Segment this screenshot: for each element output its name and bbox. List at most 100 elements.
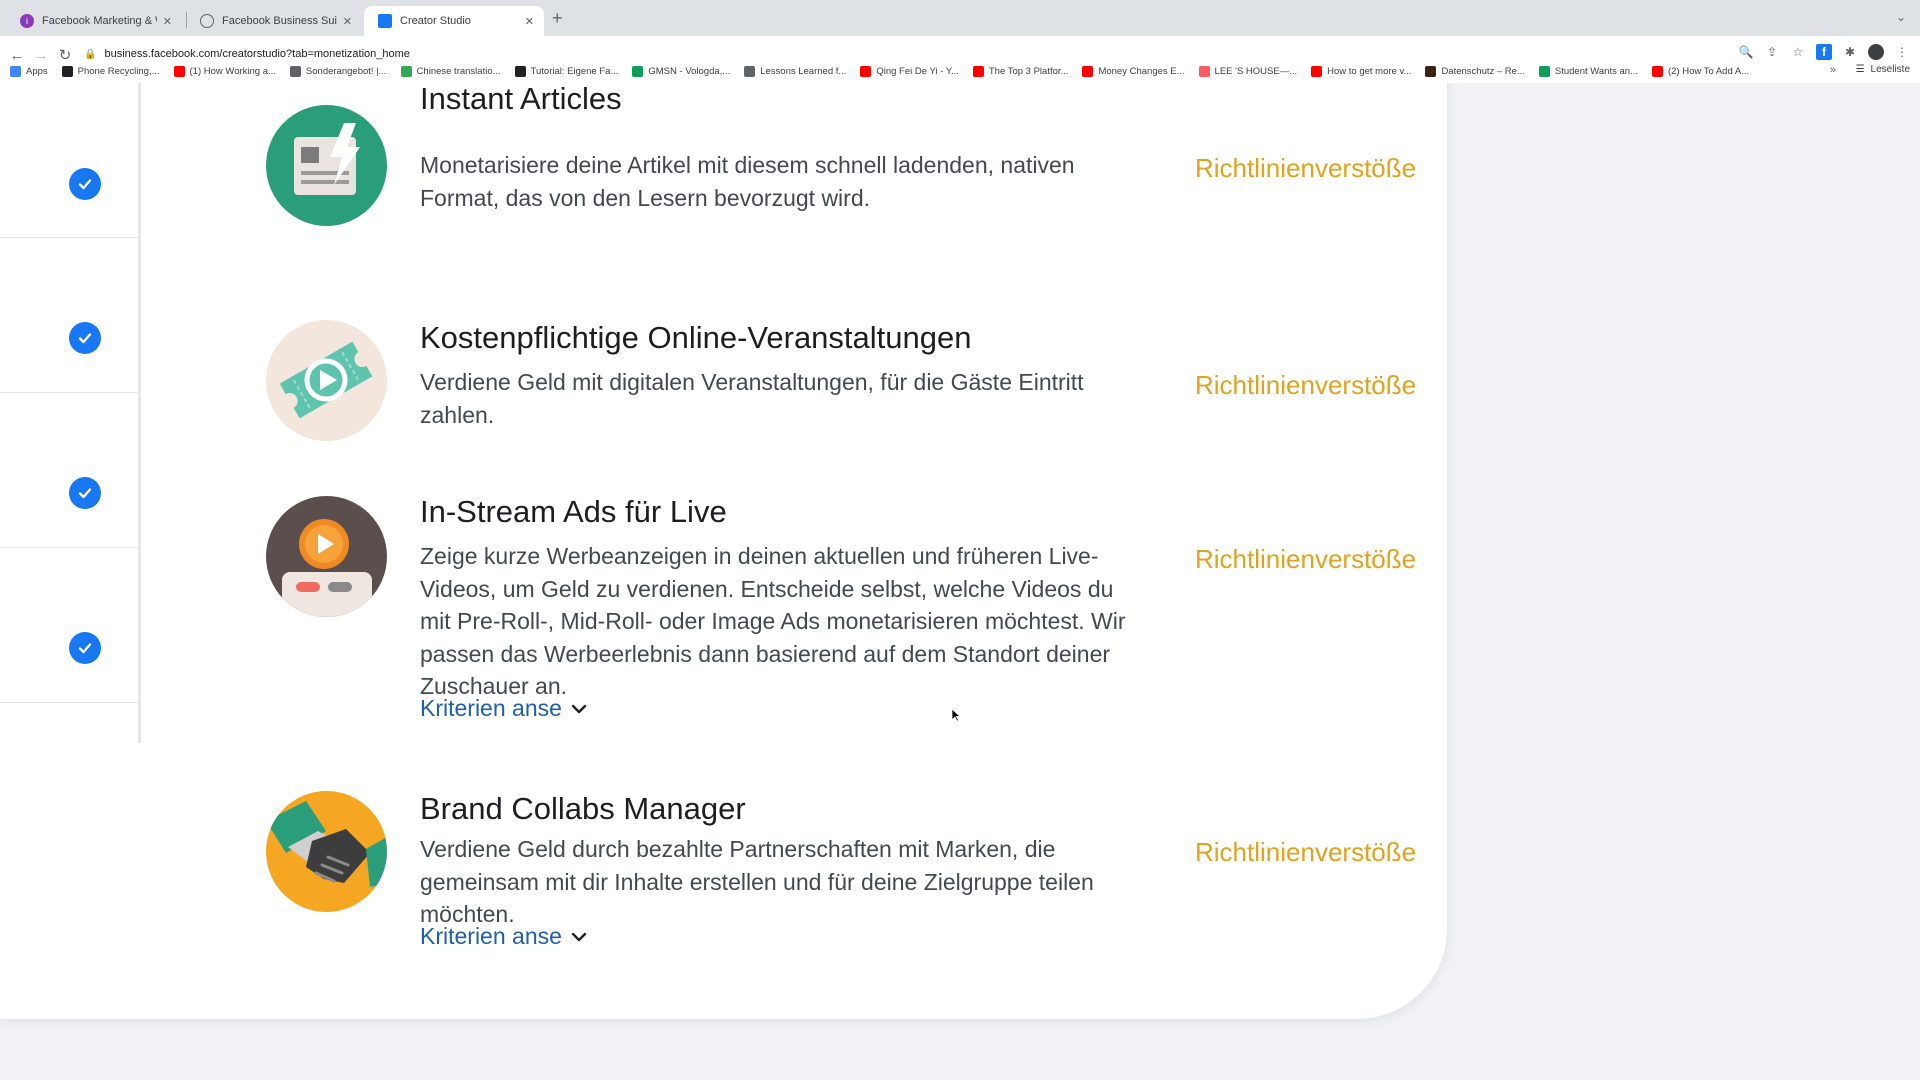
eligibility-row — [0, 83, 138, 238]
live-ads-icon — [266, 496, 387, 617]
bookmark-label: The Top 3 Platfor... — [988, 65, 1069, 77]
browser-tab-bar: i Facebook Marketing & Werbea ✕ Facebook… — [0, 0, 1920, 36]
bookmark-favicon-icon — [1425, 65, 1437, 77]
monetization-item-instant-articles: Instant Articles Monetarisiere deine Art… — [266, 83, 1446, 241]
bookmark-item[interactable]: (2) How To Add A... — [1651, 65, 1750, 77]
bookmark-item[interactable]: Chinese translatio... — [400, 65, 501, 77]
bookmarks-bar: Apps Phone Recycling,... (1) How Working a… — [0, 60, 1920, 82]
reading-list-icon: ☰ — [1855, 64, 1865, 75]
bookmark-label: Qing Fei De Yi - Y... — [876, 65, 959, 77]
bookmark-label: GMSN - Vologda,... — [648, 65, 731, 77]
item-title: Instant Articles — [420, 83, 622, 116]
bookmark-item[interactable]: Phone Recycling,... — [61, 65, 160, 77]
bookmark-label: Tutorial: Eigene Fa... — [530, 65, 619, 77]
policy-violation-status[interactable]: Richtlinienverstöße — [1195, 153, 1416, 184]
business-suite-icon — [200, 14, 214, 28]
bookmark-favicon-icon — [972, 65, 984, 77]
bookmark-favicon-icon — [400, 65, 412, 77]
view-criteria-button[interactable]: Kriterien anse — [420, 695, 588, 722]
check-icon — [69, 632, 101, 664]
bookmark-item[interactable]: Sonderangebot! |... — [289, 65, 387, 77]
bookmark-favicon-icon — [1082, 65, 1094, 77]
item-title: In-Stream Ads für Live — [420, 494, 727, 529]
chevron-down-icon — [571, 704, 587, 713]
view-criteria-label: Kriterien anse — [420, 923, 562, 949]
item-description: Verdiene Geld durch bezahlte Partnerscha… — [420, 836, 1094, 927]
eligibility-column — [0, 83, 141, 743]
facebook-extension-icon[interactable]: f — [1816, 44, 1832, 60]
bookmark-item[interactable]: Lessons Learned f... — [744, 65, 846, 77]
instant-articles-icon — [266, 105, 387, 226]
bookmark-favicon-icon — [514, 65, 526, 77]
bookmark-item[interactable]: LEE 'S HOUSE—... — [1198, 65, 1297, 77]
bookmark-item[interactable]: Money Changes E... — [1082, 65, 1185, 77]
check-icon — [69, 168, 101, 200]
creator-studio-icon — [378, 14, 392, 28]
bookmark-label: (2) How To Add A... — [1667, 65, 1750, 77]
share-icon[interactable]: ⇪ — [1764, 44, 1780, 60]
bookmark-item[interactable]: The Top 3 Platfor... — [972, 65, 1069, 77]
bookmark-favicon-icon — [744, 65, 756, 77]
tab-title: Facebook Business Suite — [222, 15, 337, 27]
monetization-item-paid-events: Kostenpflichtige Online-Veranstaltungen … — [266, 320, 1446, 460]
bookmark-item[interactable]: How to get more v... — [1311, 65, 1412, 77]
tab-facebook-marketing[interactable]: i Facebook Marketing & Werbea ✕ — [6, 6, 182, 36]
check-icon — [69, 477, 101, 509]
item-title: Kostenpflichtige Online-Veranstaltungen — [420, 320, 972, 355]
bookmark-label: Student Wants an... — [1554, 65, 1638, 77]
monetization-item-instream-live: In-Stream Ads für Live Zeige kurze Werbe… — [266, 494, 1446, 756]
tab-search-icon[interactable]: ⌄ — [1896, 10, 1906, 24]
bookmark-star-icon[interactable]: ☆ — [1790, 44, 1806, 60]
bookmark-item[interactable]: Datenschutz – Re... — [1425, 65, 1525, 77]
toolbar-icons: 🔍 ⇪ ☆ f ✱ ⋮ — [1738, 44, 1910, 60]
tab-business-suite[interactable]: Facebook Business Suite ✕ — [186, 6, 362, 36]
bookmarks-overflow-icon[interactable]: » — [1830, 64, 1836, 76]
bookmark-label: How to get more v... — [1327, 65, 1412, 77]
view-criteria-button[interactable]: Kriterien anse — [420, 923, 588, 950]
check-icon — [69, 322, 101, 354]
new-tab-button[interactable]: + — [552, 8, 563, 29]
bookmark-favicon-icon — [1651, 65, 1663, 77]
close-icon[interactable]: ✕ — [525, 15, 534, 28]
lock-icon: 🔒 — [84, 48, 97, 60]
bookmark-item[interactable]: GMSN - Vologda,... — [632, 65, 731, 77]
bookmark-favicon-icon — [632, 65, 644, 77]
eligibility-row — [0, 393, 138, 548]
bookmark-item[interactable]: Tutorial: Eigene Fa... — [514, 65, 619, 77]
monetization-item-brand-collabs: Brand Collabs Manager Verdiene Geld durc… — [266, 791, 1446, 991]
policy-violation-status[interactable]: Richtlinienverstöße — [1195, 837, 1416, 868]
bookmark-item[interactable]: Qing Fei De Yi - Y... — [860, 65, 959, 77]
close-icon[interactable]: ✕ — [343, 15, 352, 28]
tab-title: Facebook Marketing & Werbea — [42, 15, 157, 27]
monetization-card: Instant Articles Monetarisiere deine Art… — [0, 83, 1447, 1019]
policy-violation-status[interactable]: Richtlinienverstöße — [1195, 370, 1416, 401]
close-icon[interactable]: ✕ — [163, 15, 172, 28]
handshake-icon — [266, 791, 387, 912]
eligibility-row — [0, 238, 138, 393]
eligibility-row — [0, 548, 138, 703]
profile-avatar[interactable] — [1868, 44, 1884, 60]
bookmark-label: Datenschutz – Re... — [1441, 65, 1525, 77]
item-description: Verdiene Geld mit digitalen Veranstaltun… — [420, 369, 1084, 428]
bookmark-label: Money Changes E... — [1098, 65, 1185, 77]
item-description: Zeige kurze Werbeanzeigen in deinen aktu… — [420, 543, 1126, 699]
ticket-icon — [266, 320, 387, 441]
policy-violation-status[interactable]: Richtlinienverstöße — [1195, 544, 1416, 575]
bookmark-item[interactable]: (1) How Working a... — [173, 65, 276, 77]
reading-list-label: Leseliste — [1870, 64, 1910, 75]
bookmark-item[interactable]: Apps — [10, 65, 48, 77]
facebook-marketing-icon: i — [20, 14, 34, 28]
url-text: business.facebook.com/creatorstudio?tab=… — [104, 48, 410, 60]
bookmark-favicon-icon — [1198, 65, 1210, 77]
chevron-down-icon — [571, 932, 587, 941]
view-criteria-label: Kriterien anse — [420, 695, 562, 721]
bookmark-favicon-icon — [61, 65, 73, 77]
zoom-icon[interactable]: 🔍 — [1738, 44, 1754, 60]
menu-icon[interactable]: ⋮ — [1894, 44, 1910, 60]
tab-creator-studio[interactable]: Creator Studio ✕ — [364, 6, 544, 36]
bookmark-favicon-icon — [860, 65, 872, 77]
extensions-icon[interactable]: ✱ — [1842, 44, 1858, 60]
bookmark-label: (1) How Working a... — [189, 65, 276, 77]
bookmark-item[interactable]: Student Wants an... — [1538, 65, 1638, 77]
reading-list[interactable]: ☰ Leseliste — [1856, 64, 1910, 75]
